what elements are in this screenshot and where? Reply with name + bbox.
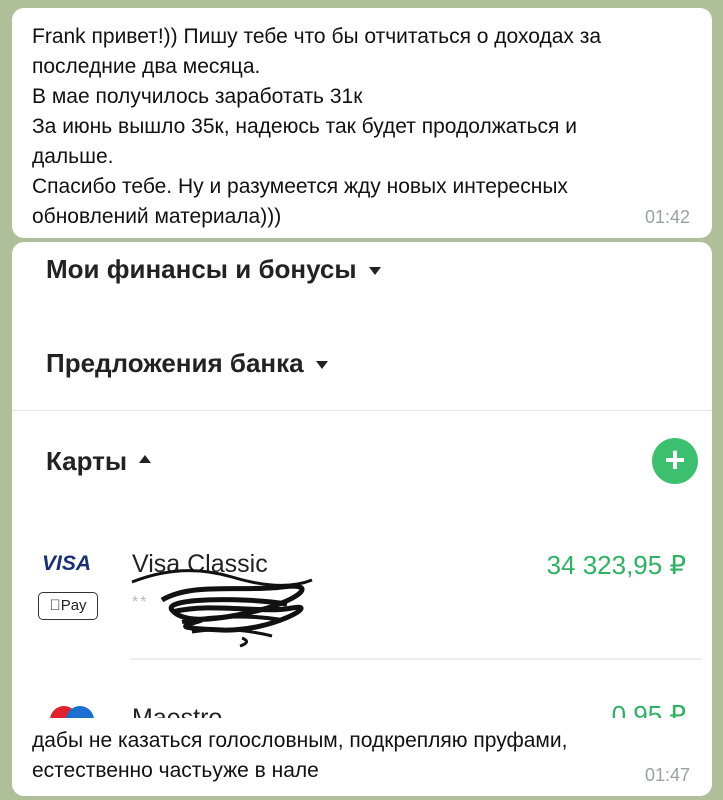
chevron-up-icon — [139, 455, 152, 464]
section-cards-header: Карты — [46, 446, 152, 477]
divider — [130, 658, 702, 660]
apple-pay-badge: Pay — [38, 592, 98, 620]
message-time-2: 01:47 — [644, 765, 690, 785]
add-card-button: + — [652, 438, 698, 484]
chevron-down-icon — [315, 361, 328, 370]
section-finances-label: Мои финансы и бонусы — [46, 254, 357, 284]
photo-attachment[interactable]: Мои финансы и бонусы Предложения банка К… — [12, 242, 712, 762]
message-bubble-1[interactable]: Frank привет!)) Пишу тебе что бы отчитат… — [12, 8, 712, 238]
apple-pay-label: Pay — [55, 597, 87, 614]
section-cards-label: Карты — [46, 446, 128, 476]
message-bubble-2[interactable]: дабы не казаться голословным, подкрепляю… — [12, 718, 712, 796]
apple-icon:  — [49, 597, 60, 614]
scribble-redaction — [131, 569, 313, 648]
section-offers-label: Предложения банка — [46, 348, 304, 378]
section-finances-header: Мои финансы и бонусы — [46, 254, 381, 285]
divider — [12, 410, 712, 411]
chevron-down-icon — [368, 267, 381, 276]
message-time-1: 01:42 — [644, 207, 690, 227]
message-text-2: дабы не казаться голословным, подкрепляю… — [32, 729, 568, 782]
message-text-1: Frank привет!)) Пишу тебе что бы отчитат… — [32, 25, 602, 228]
card-balance: 34 323,95 ₽ — [546, 550, 686, 580]
section-offers-header: Предложения банка — [46, 348, 328, 379]
visa-logo: VISA — [42, 552, 92, 575]
